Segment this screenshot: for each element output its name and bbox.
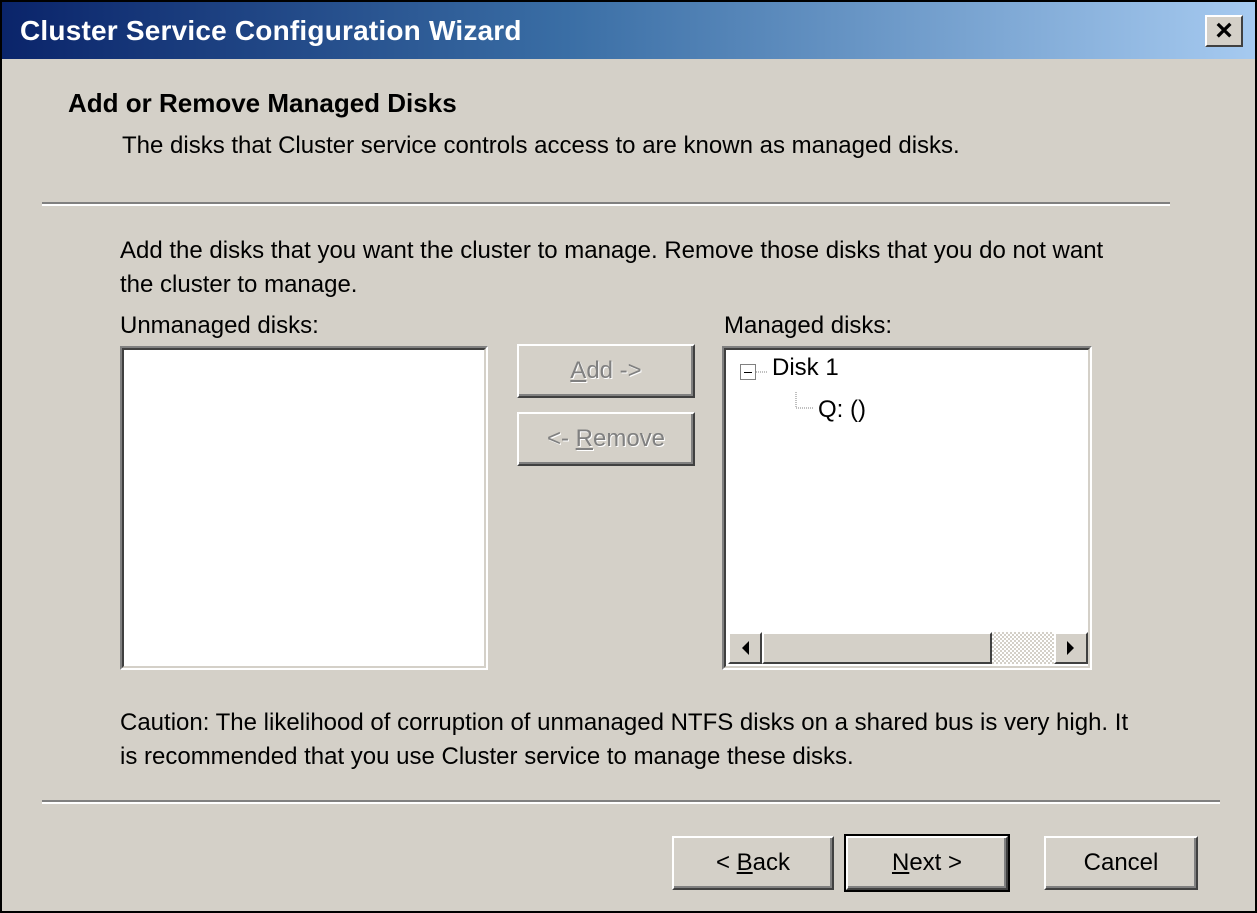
remove-button-label: <- Remove [546,425,666,452]
next-button[interactable]: Next > [844,834,1010,892]
close-icon: × [1215,14,1233,47]
cancel-button[interactable]: Cancel [1044,836,1198,890]
scroll-thumb[interactable] [762,632,992,664]
add-button[interactable]: Add -> [517,344,695,398]
close-button[interactable]: × [1205,15,1243,47]
cancel-button-label: Cancel [1083,849,1159,876]
tree-node-q-drive[interactable]: Q: () [818,396,866,424]
back-button-label: < Back [715,849,791,876]
arrow-right-icon [1067,641,1074,655]
remove-button[interactable]: <- Remove [517,412,695,466]
window-title: Cluster Service Configuration Wizard [20,15,522,46]
add-button-label: Add -> [570,357,642,384]
collapse-icon[interactable] [740,364,756,380]
wizard-window: Cluster Service Configuration Wizard × A… [0,0,1257,913]
unmanaged-disks-list[interactable] [120,346,488,670]
page-subtitle: The disks that Cluster service controls … [122,132,960,159]
footer-divider [42,800,1220,804]
scroll-track[interactable] [992,632,1054,664]
title-bar[interactable]: Cluster Service Configuration Wizard × [2,2,1255,59]
scroll-left-button[interactable] [728,632,762,664]
scroll-right-button[interactable] [1054,632,1088,664]
managed-disks-hscrollbar[interactable] [726,630,1090,666]
arrow-left-icon [742,641,749,655]
caution-text: Caution: The likelihood of corruption of… [120,709,1129,770]
managed-disks-tree[interactable]: Disk 1 Q: () [722,346,1092,670]
instructions-text: Add the disks that you want the cluster … [120,237,1104,298]
next-button-label: Next > [891,849,963,876]
unmanaged-disks-label: Unmanaged disks: [120,312,319,339]
managed-disks-label: Managed disks: [724,312,893,339]
header-divider [42,202,1170,206]
tree-node-disk-1[interactable]: Disk 1 [772,354,839,382]
page-title: Add or Remove Managed Disks [68,88,457,118]
back-button[interactable]: < Back [672,836,834,890]
